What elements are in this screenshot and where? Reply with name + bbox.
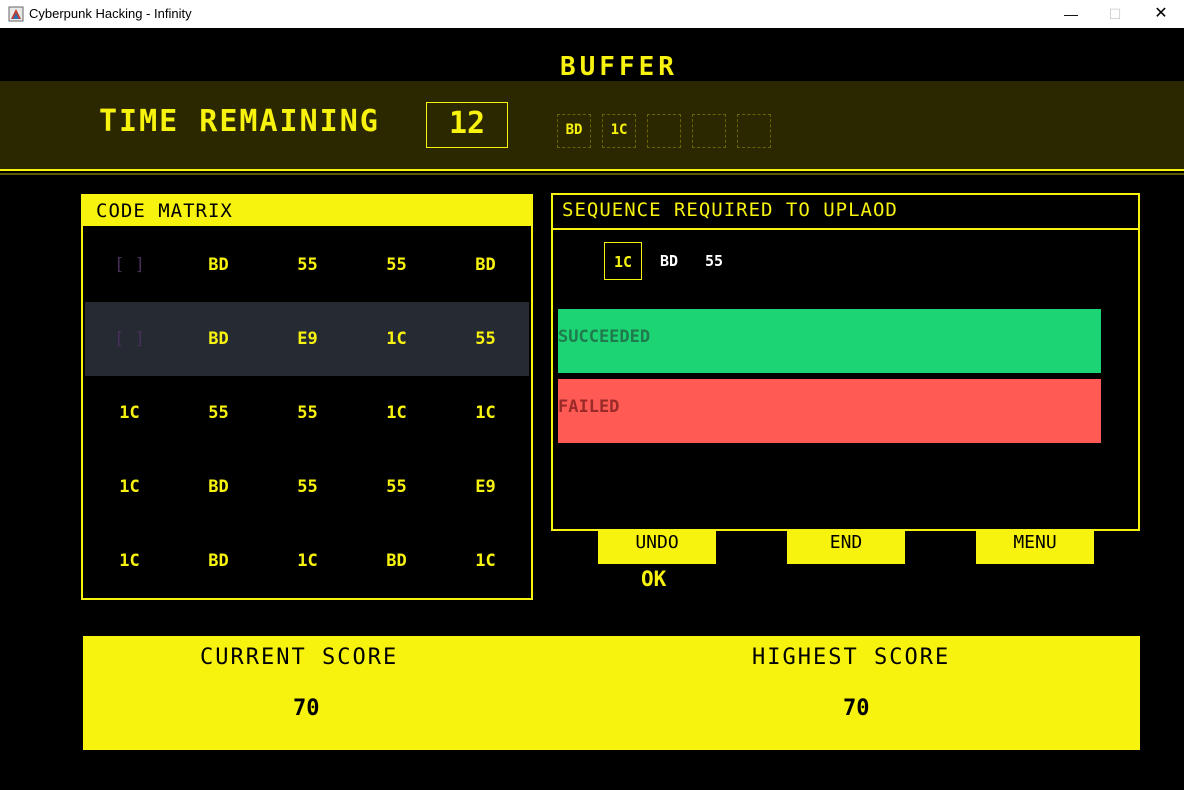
highest-score-value: 70 bbox=[843, 696, 870, 721]
maximize-button[interactable]: ☐ bbox=[1092, 0, 1138, 28]
matrix-cell[interactable]: 1C bbox=[85, 524, 174, 598]
matrix-cell[interactable]: BD bbox=[174, 450, 263, 524]
sequence-panel: SEQUENCE REQUIRED TO UPLAOD 1C BD 55 SUC… bbox=[551, 193, 1140, 531]
matrix-cell[interactable]: BD bbox=[352, 524, 441, 598]
sequence-code-active: 1C bbox=[604, 242, 642, 280]
matrix-cell[interactable]: 55 bbox=[441, 302, 530, 376]
matrix-cell[interactable]: BD bbox=[174, 228, 263, 302]
code-matrix-panel: CODE MATRIX [ ] BD 55 55 BD [ ] BD E9 1C… bbox=[81, 194, 533, 600]
matrix-cell-used: [ ] bbox=[114, 255, 145, 275]
matrix-row: 1C 55 55 1C 1C bbox=[85, 376, 529, 450]
buffer-slot: BD bbox=[557, 114, 591, 148]
matrix-cell[interactable]: 55 bbox=[174, 376, 263, 450]
close-button[interactable]: ✕ bbox=[1138, 0, 1184, 28]
minimize-button[interactable]: — bbox=[1048, 0, 1094, 28]
current-score-value: 70 bbox=[293, 696, 320, 721]
matrix-cell[interactable]: 1C bbox=[352, 376, 441, 450]
matrix-cell[interactable]: 1C bbox=[85, 450, 174, 524]
header-divider bbox=[0, 173, 1184, 175]
time-remaining-label: TIME REMAINING bbox=[99, 104, 380, 139]
sequence-title: SEQUENCE REQUIRED TO UPLAOD bbox=[553, 195, 1138, 230]
matrix-cell[interactable]: E9 bbox=[263, 302, 352, 376]
matrix-cell-used: [ ] bbox=[114, 329, 145, 349]
menu-button[interactable]: MENU bbox=[976, 531, 1094, 564]
window-title: Cyberpunk Hacking - Infinity bbox=[29, 6, 192, 21]
undo-button[interactable]: UNDO bbox=[598, 531, 716, 564]
code-matrix-title: CODE MATRIX bbox=[83, 196, 531, 226]
matrix-cell[interactable]: E9 bbox=[441, 450, 530, 524]
matrix-cell[interactable]: 1C bbox=[85, 376, 174, 450]
time-remaining-value: 12 bbox=[426, 102, 508, 148]
matrix-cell[interactable]: 1C bbox=[441, 376, 530, 450]
buffer-slot: 1C bbox=[602, 114, 636, 148]
failed-status-bar: FAILED bbox=[558, 379, 1101, 443]
succeeded-status-bar: SUCCEEDED bbox=[558, 309, 1101, 373]
matrix-cell[interactable]: 1C bbox=[441, 524, 530, 598]
highest-score-label: HIGHEST SCORE bbox=[752, 645, 951, 670]
matrix-row: 1C BD 55 55 E9 bbox=[85, 450, 529, 524]
buffer-slot bbox=[692, 114, 726, 148]
matrix-cell[interactable]: BD bbox=[441, 228, 530, 302]
matrix-cell[interactable]: 55 bbox=[263, 228, 352, 302]
buffer-title: BUFFER bbox=[560, 52, 678, 82]
current-score-label: CURRENT SCORE bbox=[200, 645, 399, 670]
matrix-cell[interactable]: 1C bbox=[352, 302, 441, 376]
matrix-cell[interactable]: 1C bbox=[263, 524, 352, 598]
window-titlebar: Cyberpunk Hacking - Infinity — ☐ ✕ bbox=[0, 0, 1184, 28]
status-message: OK bbox=[641, 567, 667, 591]
sequence-code: BD bbox=[659, 252, 679, 270]
java-app-icon bbox=[8, 6, 24, 22]
buffer-slot bbox=[647, 114, 681, 148]
matrix-cell[interactable]: BD bbox=[174, 524, 263, 598]
matrix-row-highlighted: [ ] BD E9 1C 55 bbox=[85, 302, 529, 376]
matrix-cell[interactable]: 55 bbox=[263, 450, 352, 524]
matrix-row: 1C BD 1C BD 1C bbox=[85, 524, 529, 598]
end-button[interactable]: END bbox=[787, 531, 905, 564]
matrix-row: [ ] BD 55 55 BD bbox=[85, 228, 529, 302]
matrix-cell[interactable]: BD bbox=[174, 302, 263, 376]
sequence-code: 55 bbox=[704, 252, 724, 270]
buffer-slot bbox=[737, 114, 771, 148]
matrix-cell[interactable]: 55 bbox=[352, 450, 441, 524]
score-panel: CURRENT SCORE 70 HIGHEST SCORE 70 bbox=[83, 636, 1140, 750]
matrix-cell[interactable]: 55 bbox=[263, 376, 352, 450]
matrix-cell[interactable]: 55 bbox=[352, 228, 441, 302]
